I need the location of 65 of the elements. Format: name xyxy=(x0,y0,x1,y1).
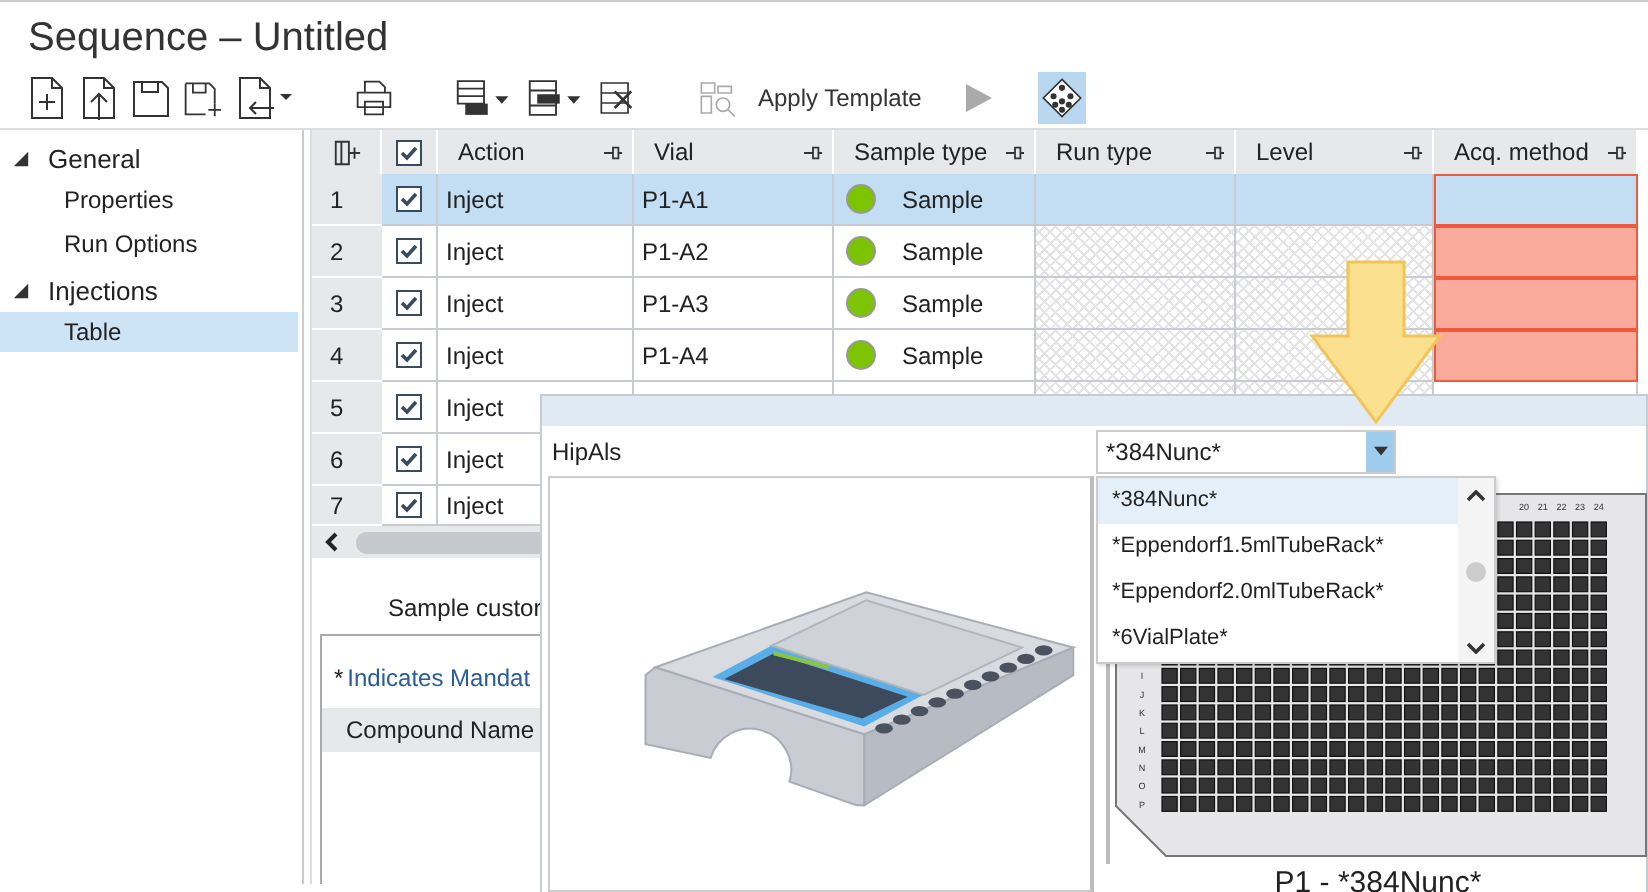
tree-item[interactable]: General xyxy=(0,138,302,174)
checkbox[interactable] xyxy=(396,186,422,212)
table-cell: P1-A3 xyxy=(634,278,834,330)
pin-icon[interactable] xyxy=(1402,143,1424,161)
checkbox[interactable] xyxy=(396,290,422,316)
row-number: 4 xyxy=(312,330,382,382)
table-cell: P1-A4 xyxy=(634,330,834,382)
pin-icon[interactable] xyxy=(602,143,624,161)
expander-icon[interactable] xyxy=(12,149,30,167)
tree-item[interactable]: Injections xyxy=(0,270,302,306)
checkbox[interactable] xyxy=(396,139,422,165)
apply-template-button[interactable]: Apply Template xyxy=(750,80,930,116)
scroll-down-icon[interactable] xyxy=(1466,642,1486,654)
window-title: Sequence – Untitled xyxy=(26,14,391,64)
checkbox[interactable] xyxy=(396,492,422,518)
insert-row-icon[interactable] xyxy=(454,76,514,120)
checkbox[interactable] xyxy=(396,342,422,368)
row-number: 5 xyxy=(312,382,382,434)
pin-icon[interactable] xyxy=(1606,143,1628,161)
new-file-icon[interactable] xyxy=(26,76,66,120)
save-icon[interactable] xyxy=(130,76,170,120)
plate-caption: P1 - *384Nunc* xyxy=(1272,864,1484,892)
table-cell: Inject xyxy=(438,278,634,330)
scroll-left-icon[interactable] xyxy=(324,532,340,552)
insert-row-icon[interactable] xyxy=(526,76,586,120)
pin-icon[interactable] xyxy=(1204,143,1226,161)
scrollbar-thumb[interactable] xyxy=(1466,562,1486,582)
table-cell: Inject xyxy=(438,226,634,278)
table-cell: Inject xyxy=(438,330,634,382)
device-label: HipAls xyxy=(550,437,624,465)
row-number: 6 xyxy=(312,434,382,486)
row-number: 2 xyxy=(312,226,382,278)
required-mark: * xyxy=(334,664,344,692)
plate-view-icon[interactable] xyxy=(1037,72,1086,124)
pin-icon[interactable] xyxy=(802,143,824,161)
mandatory-note: Indicates Mandat xyxy=(347,664,531,692)
row-number: 3 xyxy=(312,278,382,330)
table-cell: Sample xyxy=(902,289,984,317)
row-number: 1 xyxy=(312,174,382,226)
scroll-up-icon[interactable] xyxy=(1466,490,1486,502)
import-icon[interactable] xyxy=(78,76,118,120)
column-chooser-icon[interactable] xyxy=(331,137,361,167)
expander-icon[interactable] xyxy=(12,281,30,299)
tree-item[interactable]: Table xyxy=(0,312,298,352)
checkbox[interactable] xyxy=(396,446,422,472)
table-cell: P1-A1 xyxy=(634,174,834,226)
tree-item[interactable]: Run Options xyxy=(0,224,302,264)
table-cell: Sample xyxy=(902,341,984,369)
table-cell: P1-A2 xyxy=(634,226,834,278)
column-header[interactable]: Level xyxy=(1256,138,1314,166)
delete-row-icon[interactable] xyxy=(598,76,638,120)
checkbox[interactable] xyxy=(396,394,422,420)
table-cell: Sample xyxy=(902,185,984,213)
checkbox[interactable] xyxy=(396,238,422,264)
plate-type-dropdown[interactable]: *384Nunc* xyxy=(1096,429,1396,473)
pin-icon[interactable] xyxy=(1004,143,1026,161)
caret-icon xyxy=(1373,446,1387,456)
dropdown-option[interactable]: *384Nunc* xyxy=(1098,478,1458,524)
print-icon[interactable] xyxy=(354,76,394,120)
column-header[interactable]: Vial xyxy=(654,138,694,166)
export-icon[interactable] xyxy=(234,76,294,120)
tree-item[interactable]: Properties xyxy=(0,180,302,220)
table-cell: Sample xyxy=(902,237,984,265)
table-cell: Inject xyxy=(438,174,634,226)
row-number: 7 xyxy=(312,486,382,526)
